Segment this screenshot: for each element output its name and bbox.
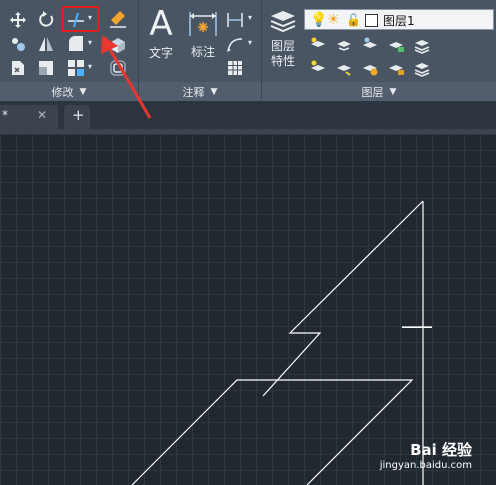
annotation-panel-label: 注释: [182, 85, 205, 99]
leader-icon[interactable]: [225, 34, 245, 54]
modify-panel-expand-icon[interactable]: ▼: [80, 87, 87, 97]
scale-icon[interactable]: [36, 58, 56, 78]
layer-properties-button[interactable]: 图层 特性: [266, 8, 300, 69]
trim-highlight-box: [62, 6, 99, 32]
layer-lock-tool-icon[interactable]: [386, 35, 406, 55]
dimension-button-label: 标注: [190, 45, 215, 59]
current-layer-name: 图层1: [383, 14, 415, 28]
explode-icon[interactable]: [108, 34, 128, 54]
layers-panel-expand-icon[interactable]: ▼: [390, 87, 397, 97]
layer-freeze-icon[interactable]: [334, 35, 354, 55]
layers-panel-footer[interactable]: 图层 ▼: [262, 82, 496, 101]
modify-panel-label: 修改: [51, 85, 74, 99]
fillet-icon[interactable]: [66, 34, 86, 54]
layer-on-icon[interactable]: 💡: [310, 11, 327, 29]
copy-icon[interactable]: [8, 34, 28, 54]
drawing-tab[interactable]: * ✕: [0, 105, 58, 129]
text-button[interactable]: A 文字: [145, 6, 177, 61]
fillet-dropdown-icon[interactable]: ▾: [88, 38, 92, 47]
annotation-panel-expand-icon[interactable]: ▼: [211, 87, 218, 97]
layer-properties-icon: [270, 11, 296, 33]
new-tab-button[interactable]: +: [64, 105, 90, 129]
dimension-button[interactable]: 标注: [185, 8, 221, 60]
layer-thaw-icon[interactable]: ☀: [327, 11, 340, 29]
text-a-icon: A: [149, 4, 173, 44]
table-icon[interactable]: [225, 58, 245, 78]
layer-walk-icon[interactable]: [412, 58, 432, 78]
layer-unisolate-icon[interactable]: [308, 58, 328, 78]
crosshair-cursor: [402, 327, 432, 328]
array-dropdown-icon[interactable]: ▾: [88, 62, 92, 71]
mirror-icon[interactable]: [36, 34, 56, 54]
layers-panel-label: 图层: [361, 85, 384, 99]
linear-dimension-dropdown-icon[interactable]: ▾: [248, 13, 252, 22]
layer-isolate-icon[interactable]: [308, 35, 328, 55]
drawing-tab-label: *: [2, 108, 8, 122]
layer-properties-label: 图层 特性: [270, 39, 295, 68]
drawing-canvas[interactable]: Bai 经验 jingyan.baidu.com: [0, 134, 496, 485]
rotate-icon[interactable]: [36, 10, 56, 30]
linear-dimension-icon[interactable]: [225, 10, 245, 30]
layer-color-swatch[interactable]: [365, 14, 378, 27]
layer-lock-icon[interactable]: 🔓: [346, 11, 361, 29]
dimension-icon: [189, 12, 217, 36]
layer-dropdown[interactable]: 💡 ☀ 🔓 图层1: [304, 9, 494, 30]
move-icon[interactable]: [8, 10, 28, 30]
leader-dropdown-icon[interactable]: ▾: [248, 38, 252, 47]
ribbon: ▾ ▾ ▾ A 文字 标注 ▾ ▾ 图层 特性 💡 ☀ 🔓 图层1 修改 ▼ 注…: [0, 0, 496, 101]
watermark-url: jingyan.baidu.com: [379, 460, 472, 471]
drawing-lines: [131, 200, 432, 485]
layer-thaw-tool-icon[interactable]: [334, 58, 354, 78]
layer-on-tool-icon[interactable]: [360, 58, 380, 78]
erase-icon[interactable]: [108, 9, 128, 29]
offset-icon[interactable]: [108, 58, 128, 78]
layer-unlock-tool-icon[interactable]: [386, 58, 406, 78]
text-button-label: 文字: [148, 46, 173, 60]
close-icon[interactable]: ✕: [37, 108, 47, 122]
file-tab-bar: * ✕ +: [0, 101, 496, 134]
modify-panel-footer[interactable]: 修改 ▼: [0, 82, 138, 101]
stretch-icon[interactable]: [8, 58, 28, 78]
layer-off-icon[interactable]: [360, 35, 380, 55]
annotation-panel-footer[interactable]: 注释 ▼: [139, 82, 261, 101]
watermark-logo: Bai 经验: [410, 441, 472, 459]
plus-icon: +: [72, 106, 85, 124]
watermark: Bai 经验 jingyan.baidu.com: [380, 439, 472, 471]
layer-match-icon[interactable]: [412, 35, 432, 55]
array-icon[interactable]: [66, 58, 86, 78]
